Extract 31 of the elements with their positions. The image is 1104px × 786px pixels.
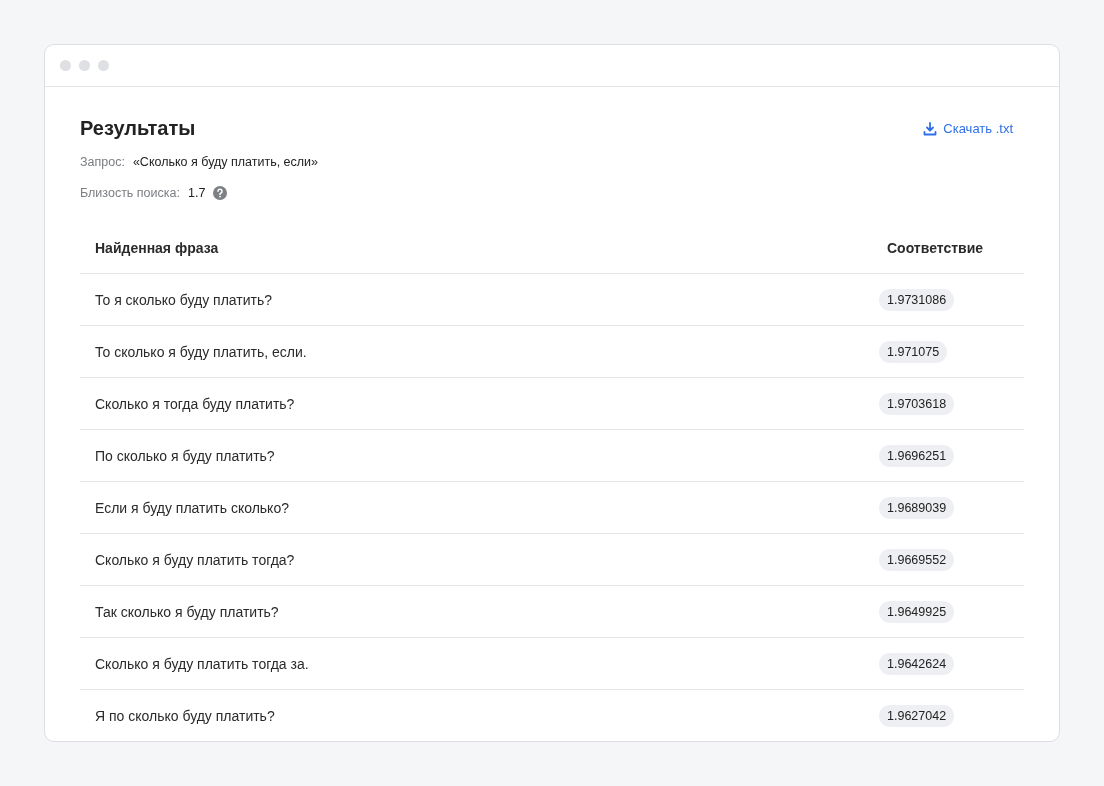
proximity-value: 1.7 (187, 186, 206, 200)
download-icon (923, 121, 938, 136)
phrase-cell-text: Сколько я тогда буду платить? (94, 395, 296, 412)
score-badge: 1.971075 (879, 340, 948, 363)
phrase-cell-text: По сколько я буду платить? (94, 447, 276, 464)
query-value: «Сколько я буду платить, если» (132, 155, 319, 169)
download-link[interactable]: Скачать .txt (923, 121, 1013, 136)
phrase-cell-text: Так сколько я буду платить? (94, 603, 280, 620)
score-badge: 1.9703618 (879, 392, 955, 415)
phrase-cell-text: Сколько я буду платить тогда? (94, 551, 296, 568)
score-badge: 1.9642624 (879, 652, 955, 675)
score-badge: 1.9627042 (879, 704, 955, 727)
score-badge: 1.9649925 (879, 600, 955, 623)
query-label: Запрос: (80, 155, 125, 169)
phrase-cell-text: То я сколько буду платить? (94, 291, 274, 308)
score-badge: 1.9731086 (879, 288, 955, 311)
proximity-label: Близость поиска: (80, 186, 180, 200)
phrase-cell-text: Сколько я буду платить тогда за. (94, 655, 310, 672)
help-icon[interactable] (213, 186, 228, 200)
phrase-cell-text: Если я буду платить сколько? (94, 499, 290, 516)
score-badge: 1.9669552 (879, 548, 955, 571)
score-badge: 1.9696251 (879, 444, 955, 467)
page-title: Результаты (80, 117, 196, 140)
phrase-cell-text: То сколько я буду платить, если. (94, 343, 308, 360)
window-control-dot[interactable] (98, 60, 109, 71)
column-header: Найденная фраза (94, 239, 220, 256)
score-badge: 1.9689039 (879, 496, 955, 519)
column-header: Соответствие (886, 239, 985, 256)
window-control-dot[interactable] (60, 60, 71, 71)
window-control-dot[interactable] (79, 60, 90, 71)
phrase-cell-text: Я по сколько буду платить? (94, 707, 276, 724)
